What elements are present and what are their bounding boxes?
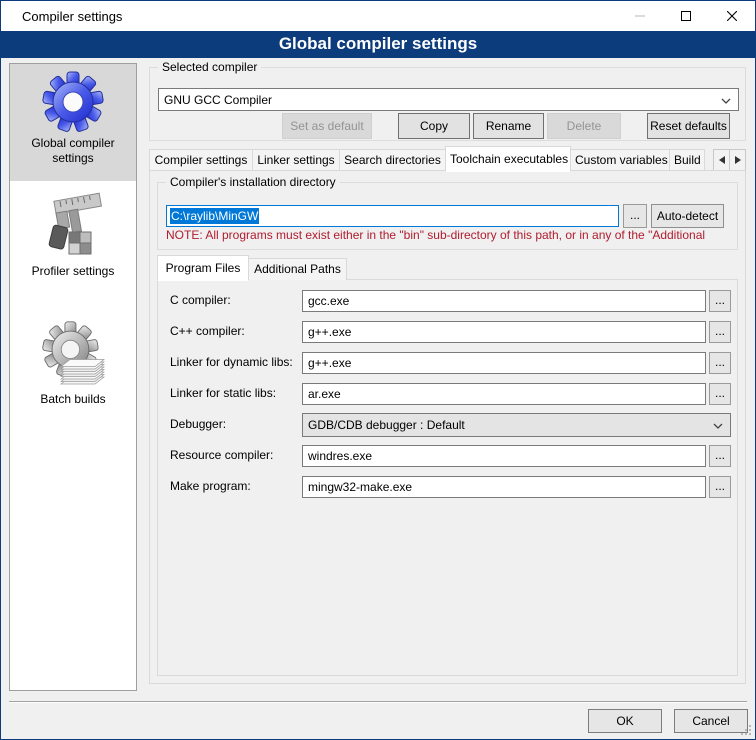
installation-directory-group: Compiler's installation directory C:\ray… bbox=[157, 182, 738, 250]
installation-directory-group-label: Compiler's installation directory bbox=[166, 175, 340, 189]
tab-scroll-right-button[interactable] bbox=[729, 149, 746, 171]
copy-button[interactable]: Copy bbox=[398, 113, 470, 139]
compiler-select-value: GNU GCC Compiler bbox=[164, 93, 272, 107]
chevron-down-icon bbox=[713, 423, 723, 429]
browse-static-linker-button[interactable]: ... bbox=[709, 383, 731, 405]
auto-detect-button[interactable]: Auto-detect bbox=[651, 204, 724, 228]
tab-scroll-arrows bbox=[714, 149, 746, 171]
installation-directory-value: C:\raylib\MinGW bbox=[170, 208, 259, 224]
tab-custom-variables[interactable]: Custom variables bbox=[570, 149, 670, 171]
make-program-label: Make program: bbox=[170, 479, 251, 493]
browse-directory-button[interactable]: ... bbox=[623, 204, 647, 228]
minimize-icon bbox=[635, 11, 645, 21]
tab-build-options-truncated[interactable]: Build bbox=[669, 149, 705, 171]
sidebar-item-profiler-settings[interactable]: Profiler settings bbox=[10, 184, 136, 296]
tab-search-directories[interactable]: Search directories bbox=[339, 149, 446, 171]
arrow-right-icon bbox=[735, 156, 741, 164]
resize-grip[interactable] bbox=[740, 724, 752, 736]
compiler-select[interactable]: GNU GCC Compiler bbox=[158, 88, 739, 111]
selected-compiler-group-label: Selected compiler bbox=[158, 60, 261, 74]
note-text: NOTE: All programs must exist either in … bbox=[166, 228, 735, 242]
browse-cpp-compiler-button[interactable]: ... bbox=[709, 321, 731, 343]
resource-compiler-label: Resource compiler: bbox=[170, 448, 273, 462]
make-program-input[interactable]: mingw32-make.exe bbox=[302, 476, 706, 498]
c-compiler-input[interactable]: gcc.exe bbox=[302, 290, 706, 312]
rename-button[interactable]: Rename bbox=[473, 113, 544, 139]
paper-stack-icon bbox=[61, 360, 104, 385]
set-as-default-button[interactable]: Set as default bbox=[282, 113, 372, 139]
batch-builds-icon bbox=[39, 318, 107, 390]
c-compiler-label: C compiler: bbox=[170, 293, 231, 307]
sidebar-item-label: Global compiler settings bbox=[10, 136, 136, 166]
close-icon bbox=[727, 11, 737, 21]
settings-sidebar: Global compiler settings bbox=[9, 63, 137, 691]
tab-toolchain-executables[interactable]: Toolchain executables bbox=[445, 146, 571, 172]
page-title: Global compiler settings bbox=[1, 31, 755, 58]
delete-button[interactable]: Delete bbox=[547, 113, 621, 139]
minimize-button[interactable] bbox=[617, 1, 663, 31]
sidebar-item-batch-builds[interactable]: Batch builds bbox=[10, 312, 136, 428]
static-linker-label: Linker for static libs: bbox=[170, 386, 276, 400]
dynamic-linker-input[interactable]: g++.exe bbox=[302, 352, 706, 374]
program-files-page: C compiler: gcc.exe ... C++ compiler: g+… bbox=[157, 279, 738, 676]
browse-c-compiler-button[interactable]: ... bbox=[709, 290, 731, 312]
browse-make-program-button[interactable]: ... bbox=[709, 476, 731, 498]
sidebar-item-label: Batch builds bbox=[10, 392, 136, 407]
title-bar: Compiler settings bbox=[1, 1, 755, 31]
debugger-select-value: GDB/CDB debugger : Default bbox=[308, 418, 465, 432]
browse-resource-compiler-button[interactable]: ... bbox=[709, 445, 731, 467]
sidebar-item-global-compiler-settings[interactable]: Global compiler settings bbox=[10, 64, 136, 181]
cpp-compiler-label: C++ compiler: bbox=[170, 324, 245, 338]
blue-gear-icon bbox=[41, 70, 105, 134]
window-title: Compiler settings bbox=[22, 9, 122, 24]
footer-divider bbox=[9, 701, 747, 703]
maximize-button[interactable] bbox=[663, 1, 709, 31]
tab-scroll-left-button[interactable] bbox=[713, 149, 730, 171]
program-files-tabs: Program Files Additional Paths bbox=[157, 258, 346, 280]
tab-linker-settings[interactable]: Linker settings bbox=[252, 149, 340, 171]
dynamic-linker-label: Linker for dynamic libs: bbox=[170, 355, 293, 369]
window-controls bbox=[617, 1, 755, 31]
caliper-icon bbox=[41, 190, 105, 262]
compiler-settings-window: Compiler settings Global compiler settin… bbox=[0, 0, 756, 740]
maximize-icon bbox=[681, 11, 691, 21]
tab-additional-paths[interactable]: Additional Paths bbox=[248, 258, 347, 280]
tab-compiler-settings[interactable]: Compiler settings bbox=[149, 149, 253, 171]
installation-directory-input[interactable]: C:\raylib\MinGW bbox=[166, 205, 619, 227]
debugger-label: Debugger: bbox=[170, 417, 226, 431]
debugger-select[interactable]: GDB/CDB debugger : Default bbox=[302, 413, 731, 437]
cancel-button[interactable]: Cancel bbox=[674, 709, 748, 733]
compiler-tabs: Compiler settings Linker settings Search… bbox=[149, 149, 746, 171]
tab-program-files[interactable]: Program Files bbox=[157, 255, 249, 281]
browse-dynamic-linker-button[interactable]: ... bbox=[709, 352, 731, 374]
reset-defaults-button[interactable]: Reset defaults bbox=[647, 113, 730, 139]
cpp-compiler-input[interactable]: g++.exe bbox=[302, 321, 706, 343]
ok-button[interactable]: OK bbox=[588, 709, 662, 733]
arrow-left-icon bbox=[719, 156, 725, 164]
sidebar-item-label: Profiler settings bbox=[10, 264, 136, 279]
resource-compiler-input[interactable]: windres.exe bbox=[302, 445, 706, 467]
static-linker-input[interactable]: ar.exe bbox=[302, 383, 706, 405]
close-button[interactable] bbox=[709, 1, 755, 31]
chevron-down-icon bbox=[721, 98, 731, 104]
